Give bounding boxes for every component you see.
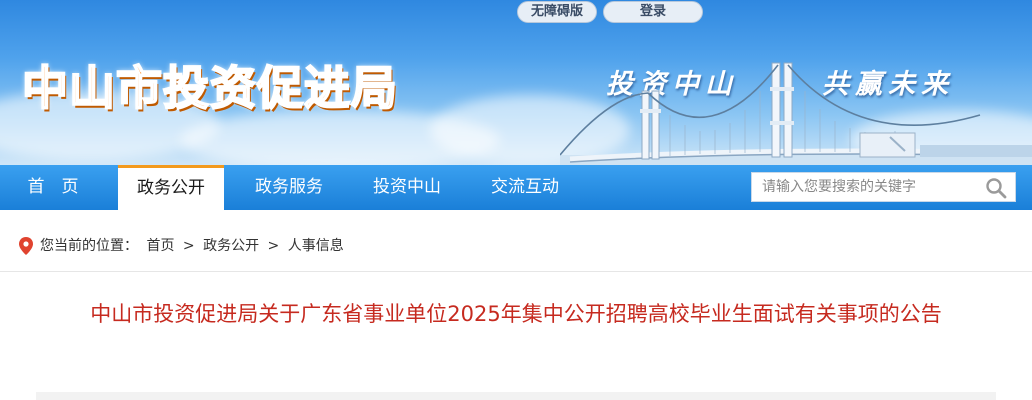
location-pin-icon xyxy=(19,237,33,255)
breadcrumb-separator: > xyxy=(182,238,195,254)
breadcrumb: 您当前的位置： 首页 > 政务公开 > 人事信息 xyxy=(0,222,1032,272)
nav-item-government-services[interactable]: 政务服务 xyxy=(236,165,342,210)
article-divider xyxy=(36,392,996,400)
breadcrumb-personnel-info[interactable]: 人事信息 xyxy=(288,238,344,254)
nav-item-interaction[interactable]: 交流互动 xyxy=(472,165,578,210)
search-input[interactable] xyxy=(752,173,977,201)
nav-item-government-affairs[interactable]: 政务公开 xyxy=(118,165,224,210)
header-banner: 无障碍版 登录 中山市投资促进局 投资中山 共赢未来 xyxy=(0,0,1032,165)
breadcrumb-home[interactable]: 首页 xyxy=(146,238,174,254)
breadcrumb-separator: > xyxy=(267,238,280,254)
search-icon[interactable] xyxy=(985,177,1007,199)
breadcrumb-prefix: 您当前的位置： xyxy=(40,238,138,254)
breadcrumb-government-affairs[interactable]: 政务公开 xyxy=(203,238,259,254)
site-title: 中山市投资促进局 xyxy=(21,60,398,116)
accessible-version-link[interactable]: 无障碍版 xyxy=(517,1,597,23)
login-link[interactable]: 登录 xyxy=(603,1,703,23)
nav-item-home[interactable]: 首 页 xyxy=(0,165,106,210)
search-box xyxy=(751,172,1016,202)
article-title: 中山市投资促进局关于广东省事业单位2025年集中公开招聘高校毕业生面试有关事项的… xyxy=(90,302,942,326)
nav-item-invest-zhongshan[interactable]: 投资中山 xyxy=(354,165,460,210)
bridge-illustration xyxy=(560,62,1032,165)
